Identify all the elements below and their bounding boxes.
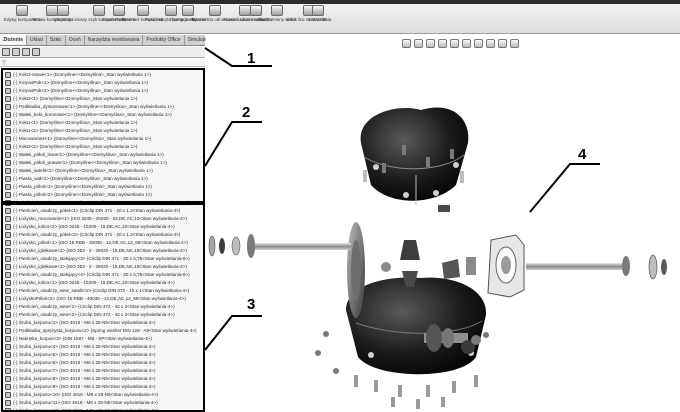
callout-2: 2 xyxy=(242,104,251,121)
callout-4: 4 xyxy=(578,146,587,163)
callout-leader-lines xyxy=(204,47,600,351)
callout-1: 1 xyxy=(247,50,256,67)
callout-3: 3 xyxy=(247,296,256,313)
